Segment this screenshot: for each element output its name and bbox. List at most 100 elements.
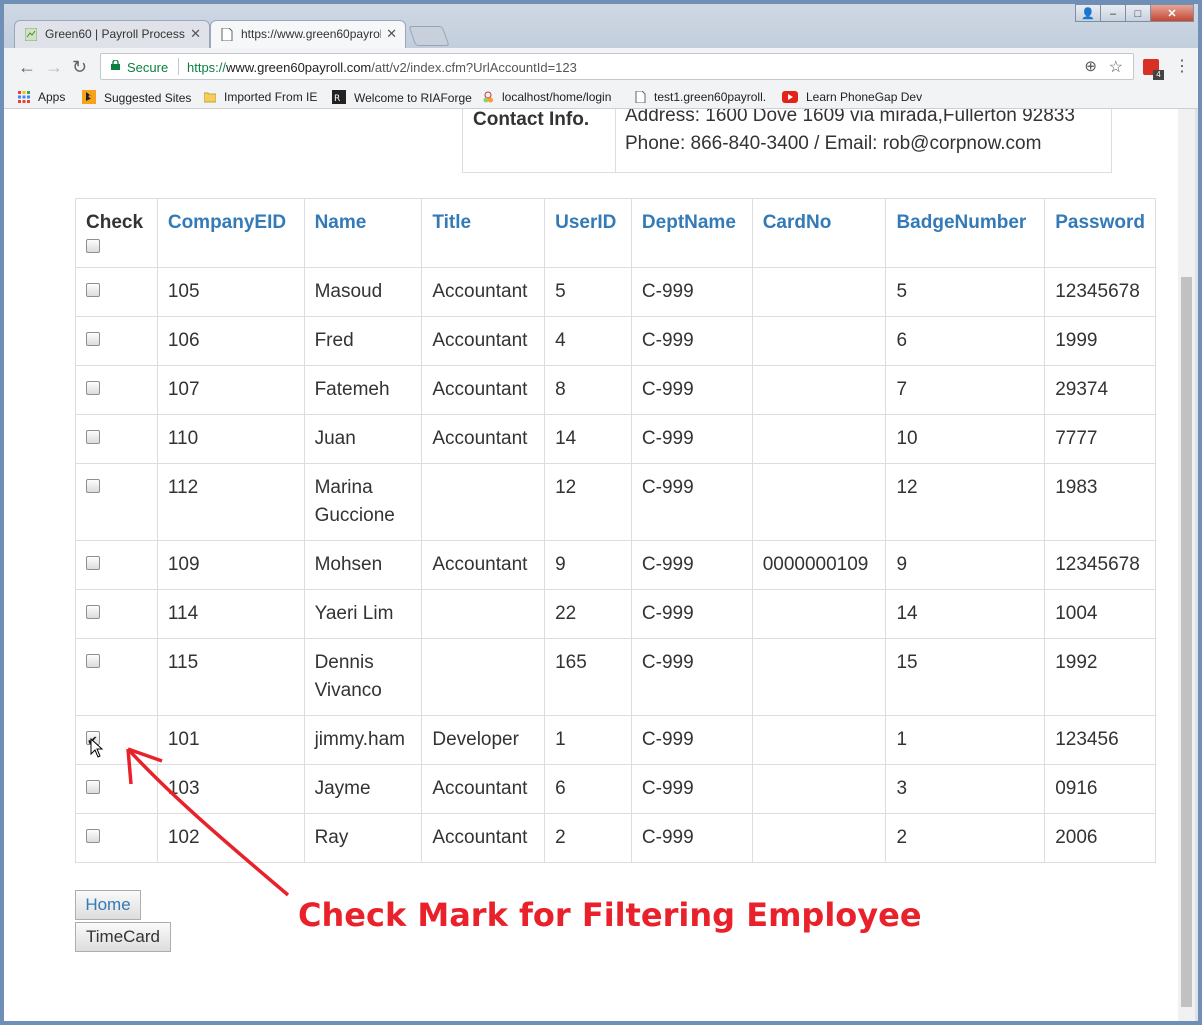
table-cell-userid: 165 — [544, 638, 632, 716]
table-cell-cardno — [751, 589, 887, 639]
zoom-icon[interactable]: ⊕ — [1084, 57, 1097, 75]
contact-phone: Phone: 866-840-3400 / Email: rob@corpnow… — [625, 133, 1042, 154]
table-cell-name: Fred — [303, 316, 423, 366]
table-cell-companyeid: 106 — [156, 316, 305, 366]
table-cell-deptname: C-999 — [630, 414, 753, 464]
timecard-button[interactable]: TimeCard — [75, 922, 171, 952]
tab-payroll-processing[interactable]: Green60 | Payroll Processing ✕ — [14, 20, 210, 48]
table-row: 106 Fred Accountant 4 C-999 6 1999 — [75, 316, 1156, 366]
table-row: 109 Mohsen Accountant 9 C-999 0000000109 9 1234… — [75, 540, 1156, 590]
column-header-userid[interactable]: UserID — [544, 198, 632, 268]
row-checkbox[interactable] — [86, 654, 100, 668]
row-checkbox[interactable] — [86, 829, 100, 843]
folder-icon — [204, 92, 216, 103]
row-checkbox[interactable] — [86, 605, 100, 619]
back-arrow-icon[interactable]: ← — [18, 57, 36, 78]
maximize-button[interactable]: □ — [1125, 4, 1151, 22]
user-icon[interactable]: 👤 — [1075, 4, 1101, 22]
table-cell-userid: 4 — [544, 316, 632, 366]
row-checkbox[interactable] — [86, 556, 100, 570]
select-all-checkbox[interactable] — [86, 239, 100, 253]
table-cell-name: Marina Guccione — [303, 463, 423, 541]
row-checkbox[interactable] — [86, 283, 100, 297]
close-tab-icon[interactable]: ✕ — [386, 26, 397, 42]
table-cell-title: Accountant — [421, 365, 546, 415]
sort-link[interactable]: Title — [432, 212, 471, 233]
table-row: 107 Fatemeh Accountant 8 C-999 7 29374 — [75, 365, 1156, 415]
table-cell-deptname: C-999 — [630, 316, 753, 366]
row-checkbox[interactable] — [86, 780, 100, 794]
table-cell-cardno: 0000000109 — [751, 540, 887, 590]
check-cell — [75, 638, 158, 716]
table-cell-companyeid: 115 — [156, 638, 305, 716]
table-cell-deptname: C-999 — [630, 589, 753, 639]
menu-kebab-icon[interactable]: ⋮ — [1174, 56, 1190, 76]
url-text[interactable]: https://www.green60payroll.com/att/v2/in… — [187, 60, 577, 75]
bookmark-phonegap[interactable]: Learn PhoneGap Dev — [782, 90, 922, 104]
bookmark-suggested-sites[interactable]: Suggested Sites — [82, 90, 191, 105]
column-header-badgenumber[interactable]: BadgeNumber — [885, 198, 1046, 268]
bookmark-riaforge[interactable]: R Welcome to RIAForge — [332, 90, 472, 105]
table-row: 102 Ray Accountant 2 C-999 2 2006 — [75, 813, 1156, 863]
table-cell-password: 1004 — [1044, 589, 1156, 639]
sort-link[interactable]: UserID — [555, 212, 616, 233]
sort-link[interactable]: BadgeNumber — [896, 212, 1026, 233]
address-bar[interactable]: Secure https://www.green60payroll.com/at… — [100, 53, 1134, 80]
row-checkbox[interactable] — [86, 332, 100, 346]
close-window-button[interactable]: ✕ — [1150, 4, 1194, 22]
table-cell-deptname: C-999 — [630, 638, 753, 716]
column-header-deptname[interactable]: DeptName — [630, 198, 753, 268]
column-header-cardno[interactable]: CardNo — [751, 198, 887, 268]
tab-active[interactable]: https://www.green60payroll.com ✕ — [210, 20, 406, 48]
table-row: 105 Masoud Accountant 5 C-999 5 12345678 — [75, 267, 1156, 317]
bookmark-star-icon[interactable]: ☆ — [1109, 57, 1123, 77]
column-header-companyeid[interactable]: CompanyEID — [156, 198, 305, 268]
sort-link[interactable]: CompanyEID — [168, 212, 286, 233]
sort-link[interactable]: CardNo — [763, 212, 832, 233]
extension-icon[interactable]: 4 — [1143, 59, 1164, 80]
table-cell-name: Dennis Vivanco — [303, 638, 423, 716]
row-checkbox[interactable] — [86, 381, 100, 395]
table-cell-title: Accountant — [421, 267, 546, 317]
forward-arrow-icon[interactable]: → — [45, 57, 63, 78]
table-cell-title — [421, 589, 546, 639]
row-checkbox[interactable] — [86, 430, 100, 444]
table-cell-companyeid: 114 — [156, 589, 305, 639]
bookmark-localhost[interactable]: localhost/home/login — [482, 90, 611, 104]
close-tab-icon[interactable]: ✕ — [190, 26, 201, 42]
minimize-button[interactable]: ‒ — [1100, 4, 1126, 22]
row-checkbox[interactable] — [86, 727, 100, 755]
home-button[interactable]: Home — [75, 890, 141, 920]
bookmark-apps[interactable]: Apps — [18, 90, 65, 104]
bookmarks-bar: Apps Suggested Sites Imported From IE R W… — [4, 86, 1198, 109]
reload-icon[interactable]: ↻ — [72, 57, 87, 78]
table-cell-password: 0916 — [1044, 764, 1156, 814]
table-cell-userid: 8 — [544, 365, 632, 415]
sort-link[interactable]: DeptName — [642, 212, 736, 233]
row-checkbox[interactable] — [86, 479, 100, 493]
check-cell — [75, 267, 158, 317]
sort-link[interactable]: Name — [315, 212, 367, 233]
new-tab-button[interactable] — [408, 26, 450, 46]
table-cell-title: Accountant — [421, 540, 546, 590]
scrollbar-thumb[interactable] — [1181, 277, 1192, 1007]
table-cell-name: Jayme — [303, 764, 423, 814]
bookmark-test1[interactable]: test1.green60payroll. — [634, 90, 766, 104]
table-cell-title: Developer — [421, 715, 546, 765]
table-cell-companyeid: 103 — [156, 764, 305, 814]
check-cell — [75, 589, 158, 639]
table-header-row: Check CompanyEID Name Title UserID DeptN… — [75, 198, 1156, 268]
column-header-title[interactable]: Title — [421, 198, 546, 268]
column-header-password[interactable]: Password — [1044, 198, 1156, 268]
column-header-name[interactable]: Name — [303, 198, 423, 268]
sort-link[interactable]: Password — [1055, 212, 1145, 233]
table-cell-cardno — [751, 463, 887, 541]
bookmark-label: Learn PhoneGap Dev — [806, 90, 923, 104]
page-scrollbar[interactable] — [1178, 109, 1195, 1021]
riaforge-icon: R — [332, 90, 346, 104]
check-cell — [75, 764, 158, 814]
page-content: Contact Info. Address: 1600 Dove 1609 vi… — [4, 109, 1178, 1021]
bookmark-imported-from-ie[interactable]: Imported From IE — [204, 90, 317, 104]
table-cell-name: Mohsen — [303, 540, 423, 590]
table-cell-name: Fatemeh — [303, 365, 423, 415]
